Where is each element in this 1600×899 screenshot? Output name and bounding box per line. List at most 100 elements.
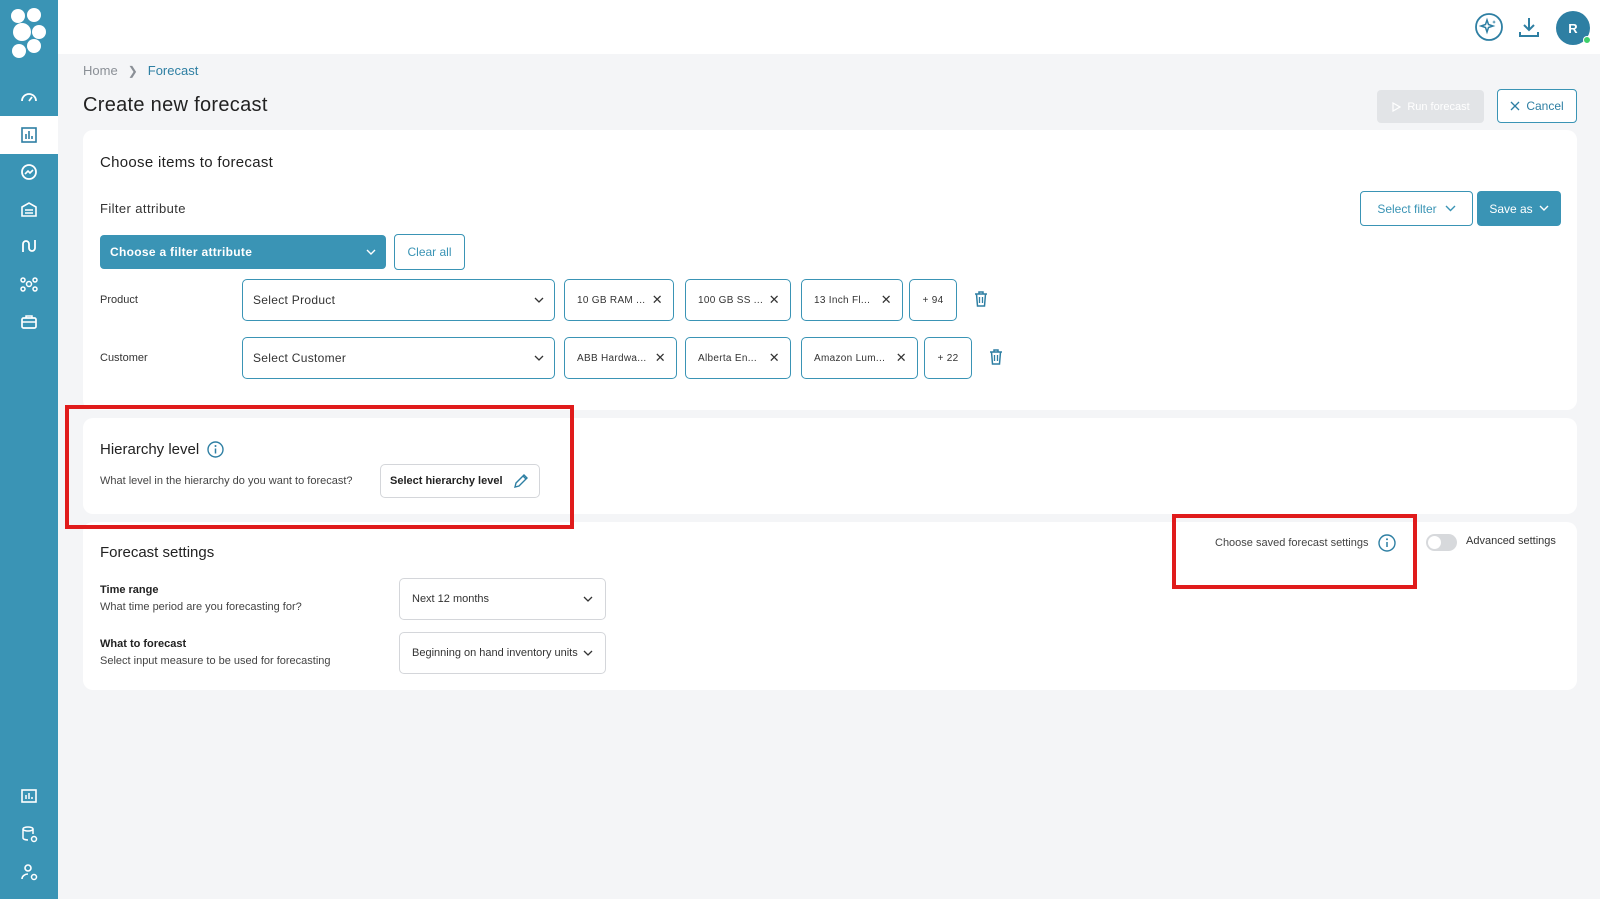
cancel-button[interactable]: Cancel: [1497, 89, 1577, 123]
breadcrumb-home[interactable]: Home: [83, 63, 118, 78]
nav-user-settings[interactable]: [0, 853, 58, 891]
customer-select[interactable]: Select Customer: [242, 337, 555, 379]
breadcrumb: Home ❯ Forecast: [83, 63, 198, 78]
forecast-settings-card: Forecast settings Choose saved forecast …: [83, 522, 1577, 690]
run-forecast-label: Run forecast: [1407, 100, 1470, 113]
sidebar: [0, 0, 58, 899]
chip-label: 10 GB RAM ...: [577, 294, 646, 306]
choose-items-card: Choose items to forecast Filter attribut…: [83, 130, 1577, 410]
route-icon: [22, 240, 36, 252]
remove-chip-icon[interactable]: ✕: [769, 292, 780, 308]
network-icon: [20, 277, 38, 292]
select-hierarchy-label: Select hierarchy level: [390, 475, 503, 487]
product-more-chip[interactable]: + 94: [909, 279, 957, 321]
nav-portfolio[interactable]: [0, 303, 58, 341]
hierarchy-question: What level in the hierarchy do you want …: [100, 475, 353, 487]
product-select-placeholder: Select Product: [253, 293, 336, 307]
chevron-down-icon: [534, 297, 544, 303]
nav-analytics[interactable]: [0, 153, 58, 191]
cancel-label: Cancel: [1526, 99, 1564, 113]
page-title: Create new forecast: [83, 94, 268, 116]
info-icon[interactable]: [207, 441, 224, 458]
save-as-button[interactable]: Save as: [1477, 191, 1561, 226]
online-status-dot: [1583, 36, 1591, 44]
remove-chip-icon[interactable]: ✕: [769, 350, 780, 366]
clear-all-button[interactable]: Clear all: [394, 234, 465, 270]
time-range-subtitle: What time period are you forecasting for…: [100, 601, 302, 613]
customer-more-chip[interactable]: + 22: [924, 337, 972, 379]
chevron-down-icon: [583, 596, 593, 602]
nav-forecast[interactable]: [0, 116, 58, 154]
info-icon[interactable]: [1378, 534, 1397, 552]
forecast-settings-title: Forecast settings: [100, 544, 215, 561]
delete-product-row-icon[interactable]: [972, 290, 990, 308]
customer-chip[interactable]: Alberta En... ✕: [685, 337, 791, 379]
pencil-icon: [514, 474, 528, 488]
choose-saved-settings[interactable]: Choose saved forecast settings: [1215, 534, 1397, 552]
hierarchy-level-heading: Hierarchy level: [100, 441, 224, 458]
user-avatar[interactable]: R: [1556, 11, 1591, 45]
hierarchy-level-card: Hierarchy level What level in the hierar…: [83, 418, 1577, 514]
nav-reports[interactable]: [0, 777, 58, 815]
user-settings-icon: [21, 864, 38, 881]
product-chip[interactable]: 13 Inch Fl... ✕: [801, 279, 903, 321]
customer-chip[interactable]: Amazon Lum... ✕: [801, 337, 918, 379]
chip-label: 13 Inch Fl...: [814, 294, 871, 306]
filter-dropdown-label: Choose a filter attribute: [110, 245, 253, 259]
chevron-right-icon: ❯: [127, 63, 138, 78]
chip-label: Alberta En...: [698, 352, 757, 364]
chevron-down-icon: [1539, 205, 1549, 211]
what-to-forecast-title: What to forecast: [100, 638, 187, 650]
chevron-down-icon: [366, 249, 376, 255]
time-range-select[interactable]: Next 12 months: [399, 578, 606, 620]
breadcrumb-current[interactable]: Forecast: [148, 63, 199, 78]
remove-chip-icon[interactable]: ✕: [652, 292, 663, 308]
customer-row-label: Customer: [100, 352, 148, 364]
trend-circle-icon: [21, 164, 37, 180]
chevron-down-icon: [534, 355, 544, 361]
chip-label: 100 GB SS ...: [698, 294, 764, 306]
toggle-knob: [1428, 536, 1441, 549]
remove-chip-icon[interactable]: ✕: [655, 350, 666, 366]
app-logo[interactable]: [8, 6, 50, 60]
filter-attribute-label: Filter attribute: [100, 201, 186, 216]
time-range-value: Next 12 months: [412, 593, 490, 605]
download-icon: [1519, 18, 1539, 37]
advanced-settings-toggle[interactable]: [1426, 534, 1457, 551]
product-chip[interactable]: 10 GB RAM ... ✕: [564, 279, 674, 321]
select-filter-button[interactable]: Select filter: [1360, 191, 1473, 226]
warehouse-icon: [21, 202, 37, 217]
chip-label: ABB Hardwa...: [577, 352, 647, 364]
database-settings-icon: [22, 826, 38, 843]
chevron-down-icon: [1445, 205, 1456, 212]
delete-customer-row-icon[interactable]: [987, 348, 1005, 366]
product-select[interactable]: Select Product: [242, 279, 555, 321]
nav-network[interactable]: [0, 265, 58, 303]
remove-chip-icon[interactable]: ✕: [896, 350, 907, 366]
nav-warehouse[interactable]: [0, 190, 58, 228]
save-as-label: Save as: [1489, 201, 1533, 216]
what-to-forecast-select[interactable]: Beginning on hand inventory units: [399, 632, 606, 674]
select-filter-label: Select filter: [1377, 201, 1437, 216]
run-forecast-button[interactable]: Run forecast: [1377, 90, 1484, 123]
nav-routes[interactable]: [0, 227, 58, 265]
top-bar: R: [58, 0, 1600, 54]
what-to-forecast-value: Beginning on hand inventory units: [412, 647, 578, 659]
time-range-title: Time range: [100, 584, 159, 596]
choose-items-title: Choose items to forecast: [100, 154, 274, 171]
download-button[interactable]: [1513, 11, 1545, 43]
avatar-initial: R: [1568, 20, 1578, 36]
nav-dashboard[interactable]: [0, 78, 58, 116]
saved-settings-label: Choose saved forecast settings: [1215, 537, 1369, 549]
remove-chip-icon[interactable]: ✕: [881, 292, 892, 308]
what-to-forecast-subtitle: Select input measure to be used for fore…: [100, 655, 331, 667]
chevron-down-icon: [583, 650, 593, 656]
customer-chip[interactable]: ABB Hardwa... ✕: [564, 337, 677, 379]
sparkle-assistant-icon: [1475, 13, 1503, 41]
product-chip[interactable]: 100 GB SS ... ✕: [685, 279, 791, 321]
filter-attribute-dropdown[interactable]: Choose a filter attribute: [100, 235, 386, 269]
hierarchy-level-title: Hierarchy level: [100, 441, 200, 458]
nav-data-settings[interactable]: [0, 815, 58, 853]
select-hierarchy-level-button[interactable]: Select hierarchy level: [380, 464, 540, 498]
assistant-button[interactable]: [1473, 11, 1505, 43]
